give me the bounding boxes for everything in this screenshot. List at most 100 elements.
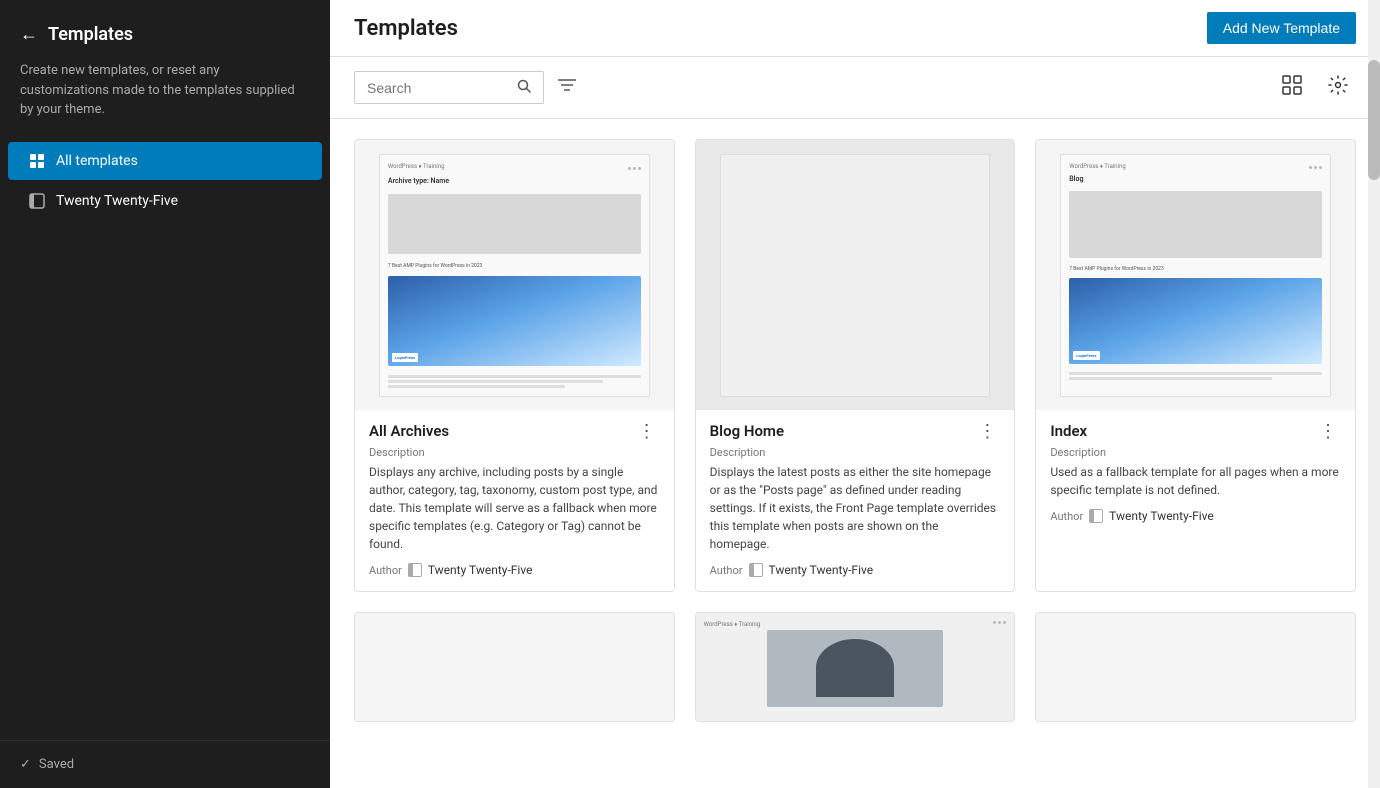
- preview-dot: [628, 167, 631, 170]
- preview-text-block: [1069, 372, 1322, 380]
- theme-icon: [749, 563, 763, 577]
- preview-article-label: 7 Best AMP Plugins for WordPress in 2023: [1069, 266, 1322, 272]
- main-content: Templates Add New Template: [330, 0, 1380, 788]
- preview-text-block: [388, 375, 641, 388]
- settings-button[interactable]: [1320, 71, 1356, 104]
- main-header: Templates Add New Template: [330, 0, 1380, 57]
- template-name: All Archives: [369, 422, 449, 440]
- template-card-index[interactable]: WordPress ♦ Training Blog 7 Best AMP Plu…: [1035, 139, 1356, 592]
- preview-index-title: Blog: [1069, 175, 1322, 183]
- template-card-header-row: All Archives ⋮: [369, 422, 660, 440]
- template-name: Blog Home: [710, 422, 784, 440]
- template-description: Used as a fallback template for all page…: [1050, 463, 1341, 499]
- preview-article-label: 7 Best AMP Plugins for WordPress in 2023: [388, 263, 641, 269]
- sidebar-header: ← Templates: [0, 0, 330, 61]
- template-more-button[interactable]: ⋮: [1315, 422, 1341, 440]
- search-input[interactable]: [367, 80, 509, 96]
- template-description: Displays the latest posts as either the …: [710, 463, 1001, 553]
- page-title: Templates: [354, 16, 458, 41]
- author-name: Twenty Twenty-Five: [428, 563, 533, 577]
- author-name: Twenty Twenty-Five: [1109, 509, 1214, 523]
- dark-shape: [816, 639, 895, 697]
- preview-article-image: LoginPress: [388, 276, 641, 366]
- preview-theme-label-2: WordPress ♦ Training: [704, 621, 761, 628]
- dot: [1314, 166, 1317, 169]
- search-icon: [517, 78, 531, 97]
- search-box[interactable]: [354, 71, 544, 104]
- sidebar-back-button[interactable]: ←: [20, 24, 38, 45]
- photo-placeholder: [767, 630, 942, 707]
- preview-line: [1069, 372, 1322, 375]
- preview-archive-title: Archive type: Name: [388, 177, 641, 185]
- add-new-template-button[interactable]: Add New Template: [1207, 12, 1356, 44]
- grid-view-button[interactable]: [1274, 71, 1310, 104]
- preview-gray-area: [388, 194, 641, 254]
- sidebar-item-twenty-twenty-five-label: Twenty Twenty-Five: [56, 193, 178, 209]
- preview-inner: WordPress ♦ Training Blog 7 Best AMP Plu…: [1036, 140, 1355, 410]
- template-card-all-archives[interactable]: WordPress ♦ Training Archive type: Name …: [354, 139, 675, 592]
- template-more-button[interactable]: ⋮: [974, 422, 1000, 440]
- sidebar-footer: ✓ Saved: [0, 740, 330, 788]
- template-card-bottom-2[interactable]: WordPress ♦ Training: [695, 612, 1016, 722]
- template-preview-bottom-3: [1036, 613, 1355, 722]
- preview-dots-row-2: [993, 621, 1006, 624]
- author-label: Author: [1050, 510, 1083, 523]
- template-author-row: Author Twenty Twenty-Five: [1050, 509, 1341, 523]
- theme-icon: [28, 192, 46, 210]
- scrollbar-thumb[interactable]: [1368, 60, 1380, 180]
- dot: [1319, 166, 1322, 169]
- dot: [993, 621, 996, 624]
- preview-line: [388, 385, 565, 388]
- template-preview-all-archives: WordPress ♦ Training Archive type: Name …: [355, 140, 674, 410]
- dot: [1309, 166, 1312, 169]
- dot: [1003, 621, 1006, 624]
- preview-dot: [633, 167, 636, 170]
- template-card-blog-home[interactable]: Blog Home ⋮ Description Displays the lat…: [695, 139, 1016, 592]
- preview-line: [1069, 377, 1271, 380]
- author-label: Author: [369, 564, 402, 577]
- sidebar-item-all-templates[interactable]: All templates: [8, 142, 322, 180]
- sidebar: ← Templates Create new templates, or res…: [0, 0, 330, 788]
- template-card-header-row: Index ⋮: [1050, 422, 1341, 440]
- preview-line: [388, 375, 641, 378]
- template-card-footer: Blog Home ⋮ Description Displays the lat…: [696, 410, 1015, 591]
- template-author-row: Author Twenty Twenty-Five: [710, 563, 1001, 577]
- template-card-header-row: Blog Home ⋮: [710, 422, 1001, 440]
- toolbar-right: [1274, 71, 1356, 104]
- sidebar-item-twenty-twenty-five[interactable]: Twenty Twenty-Five: [8, 182, 322, 220]
- preview-inner: [696, 140, 1015, 410]
- template-more-button[interactable]: ⋮: [634, 422, 660, 440]
- saved-label: Saved: [39, 757, 74, 772]
- template-desc-label: Description: [1050, 446, 1341, 459]
- templates-grid: WordPress ♦ Training Archive type: Name …: [330, 119, 1380, 788]
- preview-line: [388, 380, 603, 383]
- template-name: Index: [1050, 422, 1087, 440]
- template-card-footer: All Archives ⋮ Description Displays any …: [355, 410, 674, 591]
- index-preview: WordPress ♦ Training Blog 7 Best AMP Plu…: [1060, 154, 1331, 397]
- grid-icon: [28, 152, 46, 170]
- template-desc-label: Description: [710, 446, 1001, 459]
- template-preview-bottom-2: WordPress ♦ Training: [696, 613, 1015, 722]
- preview-dot: [638, 167, 641, 170]
- preview-article-image: LoginPress: [1069, 278, 1322, 364]
- author-label: Author: [710, 564, 743, 577]
- blog-preview-placeholder: [720, 154, 991, 397]
- sidebar-item-all-templates-label: All templates: [56, 153, 138, 169]
- dot: [998, 621, 1001, 624]
- sidebar-nav: All templates Twenty Twenty-Five: [0, 140, 330, 741]
- preview-dots-row: [1069, 166, 1322, 169]
- main-toolbar: [330, 57, 1380, 119]
- scrollbar-track[interactable]: [1368, 0, 1380, 788]
- template-card-bottom-1[interactable]: [354, 612, 675, 722]
- sidebar-description: Create new templates, or reset any custo…: [0, 61, 330, 140]
- sidebar-title: Templates: [48, 24, 133, 45]
- template-desc-label: Description: [369, 446, 660, 459]
- preview-dots-row: [388, 167, 641, 170]
- template-preview-blog-home: [696, 140, 1015, 410]
- filter-button[interactable]: [554, 74, 580, 101]
- template-author-row: Author Twenty Twenty-Five: [369, 563, 660, 577]
- template-card-bottom-3[interactable]: [1035, 612, 1356, 722]
- amp-badge: LoginPress: [392, 353, 418, 362]
- preview-index-gray: [1069, 191, 1322, 259]
- preview-inner: WordPress ♦ Training Archive type: Name …: [355, 140, 674, 410]
